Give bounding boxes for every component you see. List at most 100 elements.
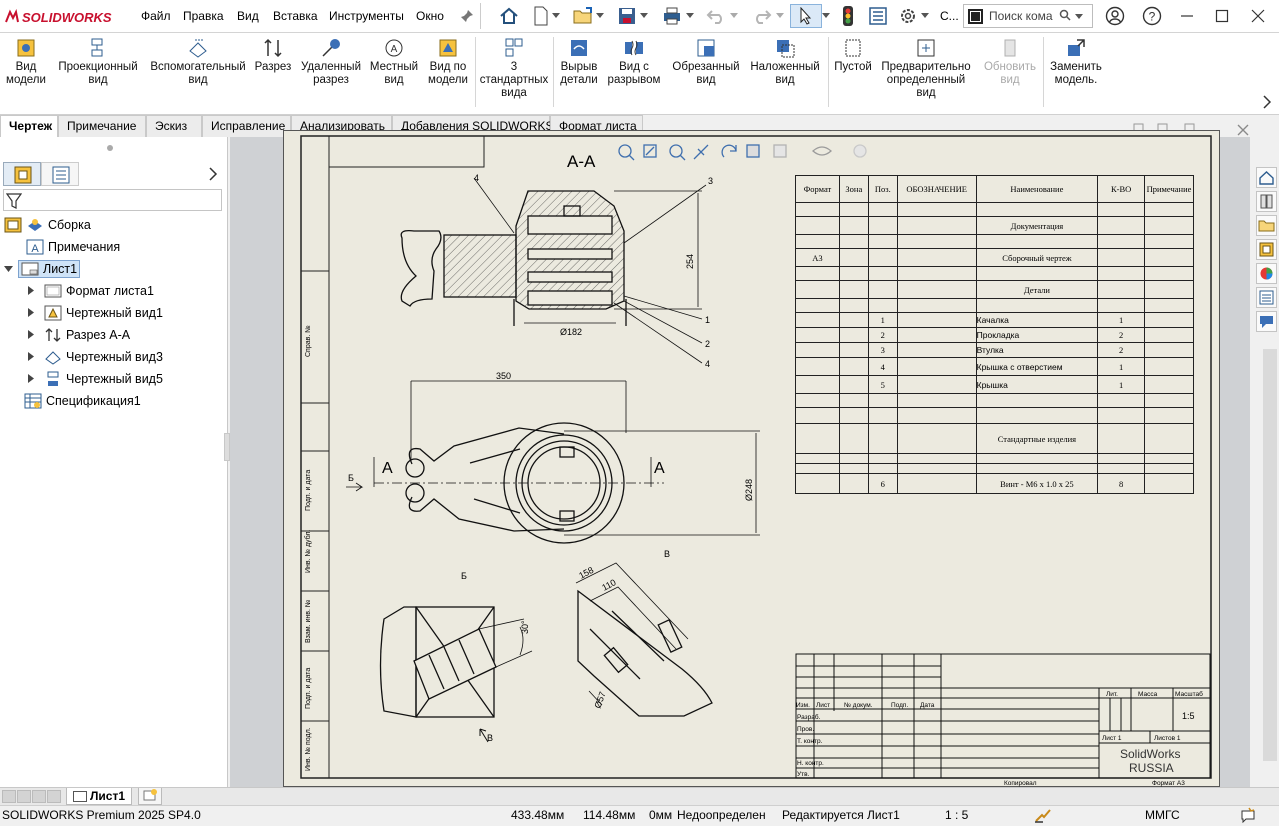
close-document-icon[interactable] — [1237, 124, 1249, 139]
rotate-view-icon[interactable] — [721, 144, 737, 158]
chevron-down-icon[interactable] — [918, 4, 932, 28]
view-palette-icon[interactable] — [1256, 239, 1277, 260]
chevron-down-icon[interactable] — [727, 4, 741, 28]
design-library-icon[interactable] — [1256, 191, 1277, 212]
tab-evaluate[interactable]: Исправление — [202, 115, 291, 137]
status-scale[interactable]: 1 : 5 — [945, 808, 968, 822]
toolbar-overflow-label[interactable]: С... — [940, 9, 959, 23]
solidworks-logo[interactable]: SOLIDWORKS — [4, 8, 112, 26]
model-based-view-button[interactable]: Вид по модели — [424, 37, 472, 87]
model-view-button[interactable]: Вид модели — [4, 37, 48, 87]
sheet-nav-buttons[interactable] — [2, 790, 62, 803]
select-cursor-icon[interactable] — [790, 4, 822, 28]
rebuild-traffic-light-icon[interactable] — [836, 4, 860, 28]
zoom-to-fit-icon[interactable] — [618, 144, 635, 161]
section-view-button[interactable]: Разрез — [253, 37, 293, 74]
chevron-right-icon[interactable] — [28, 328, 44, 342]
chevron-down-icon[interactable] — [820, 4, 832, 28]
table-row[interactable]: Документация — [795, 216, 1195, 235]
tree-item-sheet-format1[interactable]: Формат листа1 — [28, 280, 154, 302]
appearances-icon[interactable] — [1256, 263, 1277, 284]
alternate-position-button[interactable]: Наложенный вид — [747, 37, 823, 87]
save-icon[interactable] — [615, 4, 639, 28]
solidworks-forum-icon[interactable] — [1256, 311, 1277, 332]
detail-view-button[interactable]: A Местный вид — [368, 37, 420, 87]
chevron-down-icon[interactable] — [773, 4, 787, 28]
chevron-down-icon[interactable] — [1074, 9, 1083, 23]
zoom-to-area-icon[interactable] — [643, 144, 657, 158]
menu-tools[interactable]: Инструменты — [329, 9, 404, 23]
panel-splitter-handle[interactable] — [107, 145, 113, 151]
menu-edit[interactable]: Правка — [183, 9, 224, 23]
replace-model-button[interactable]: Заменить модель. — [1046, 37, 1106, 87]
redo-icon[interactable] — [750, 4, 774, 28]
vertical-scrollbar[interactable] — [1263, 349, 1277, 761]
file-properties-icon[interactable] — [866, 4, 890, 28]
chevron-right-icon[interactable] — [28, 350, 44, 364]
tree-item-bom1[interactable]: Спецификация1 — [24, 390, 141, 412]
update-view-button[interactable]: Обновить вид — [980, 37, 1040, 87]
crop-view-button[interactable]: Обрезанный вид — [669, 37, 743, 87]
pin-icon[interactable] — [455, 4, 479, 28]
projected-view-button[interactable]: Проекционный вид — [54, 37, 142, 87]
chevron-right-icon[interactable] — [28, 306, 44, 320]
display-style-icon[interactable] — [773, 144, 787, 158]
auxiliary-view-button[interactable]: Вспомогательный вид — [148, 37, 248, 87]
view-settings-icon[interactable] — [746, 144, 760, 158]
empty-view-button[interactable]: Пустой — [832, 37, 874, 74]
broken-view-button[interactable]: Вид с разрывом — [604, 37, 664, 87]
section-tool-icon[interactable] — [693, 144, 709, 160]
appearance-icon[interactable] — [853, 144, 867, 158]
search-icon[interactable] — [1059, 9, 1071, 24]
bom-table[interactable]: Формат Зона Поз. ОБОЗНАЧЕНИЕ Наименовани… — [795, 175, 1195, 494]
chevron-down-icon[interactable] — [4, 262, 18, 276]
add-sheet-button[interactable] — [138, 788, 162, 805]
chevron-down-icon[interactable] — [593, 4, 607, 28]
chevron-right-icon[interactable] — [28, 372, 44, 386]
tree-item-drawing-view3[interactable]: Чертежный вид3 — [28, 346, 163, 368]
tree-item-drawing-view5[interactable]: Чертежный вид5 — [28, 368, 163, 390]
chevron-right-icon[interactable] — [208, 167, 218, 184]
maximize-icon[interactable] — [1210, 4, 1234, 28]
table-row[interactable]: 1 Качалка 1 — [795, 312, 1195, 328]
table-row[interactable]: 2 Прокладка 2 — [795, 327, 1195, 343]
print-icon[interactable] — [660, 4, 684, 28]
tree-item-annotations[interactable]: A Примечания — [26, 236, 120, 258]
open-document-icon[interactable] — [571, 4, 595, 28]
close-icon[interactable] — [1246, 4, 1270, 28]
property-manager-tab[interactable] — [41, 162, 79, 186]
view-toolbar[interactable] — [618, 144, 867, 161]
drawing-sheet[interactable]: Справ. № Подп. и дата Инв. № дубл. Взам.… — [283, 130, 1220, 787]
quick-tips-icon[interactable] — [1240, 807, 1258, 826]
removed-section-button[interactable]: Удаленный разрез — [298, 37, 364, 87]
tree-root[interactable]: Сборка — [4, 214, 91, 236]
tab-annotation[interactable]: Примечание — [58, 115, 146, 137]
table-row[interactable]: 6 Винт - М6 x 1.0 x 25 8 — [795, 473, 1195, 494]
menu-insert[interactable]: Вставка — [273, 9, 318, 23]
chevron-down-icon[interactable] — [637, 4, 651, 28]
tab-sketch[interactable]: Эскиз — [146, 115, 202, 137]
chevron-down-icon[interactable] — [683, 4, 697, 28]
chevron-down-icon[interactable] — [549, 4, 563, 28]
tree-item-section-aa[interactable]: Разрез А-А — [28, 324, 130, 346]
search-box[interactable]: Поиск кома — [963, 4, 1093, 28]
tree-item-sheet1[interactable]: Лист1 — [4, 258, 81, 280]
file-explorer-icon[interactable] — [1256, 215, 1277, 236]
predefined-view-button[interactable]: Предварительно определенный вид — [878, 37, 974, 100]
undo-icon[interactable] — [704, 4, 728, 28]
minimize-icon[interactable] — [1175, 4, 1199, 28]
hide-show-icon[interactable] — [812, 146, 832, 156]
menu-view[interactable]: Вид — [237, 9, 259, 23]
table-row[interactable]: Детали — [795, 280, 1195, 299]
break-out-section-button[interactable]: Вырыв детали — [556, 37, 602, 87]
user-account-icon[interactable] — [1103, 4, 1127, 28]
standard-3-view-button[interactable]: 3 стандартных вида — [478, 37, 550, 100]
home-icon[interactable] — [497, 4, 521, 28]
previous-view-icon[interactable] — [669, 144, 686, 161]
table-row[interactable]: 4 Крышка с отверстием 1 — [795, 357, 1195, 376]
table-row[interactable]: А3 Сборочный чертеж — [795, 248, 1195, 267]
chevron-right-icon[interactable] — [28, 284, 44, 298]
search-input[interactable]: Поиск кома — [989, 9, 1053, 23]
gear-icon[interactable] — [896, 4, 920, 28]
custom-properties-icon[interactable] — [1256, 287, 1277, 308]
